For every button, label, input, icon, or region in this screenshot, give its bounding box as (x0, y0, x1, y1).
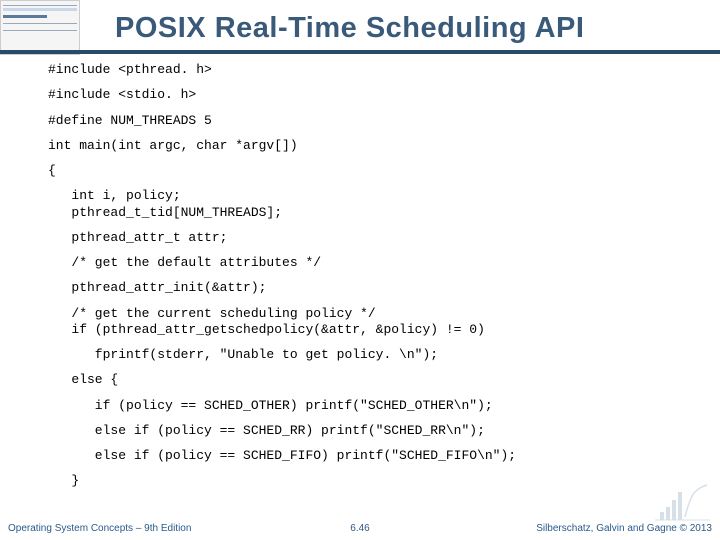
code-block: #include <pthread. h> #include <stdio. h… (48, 62, 688, 499)
code-line: pthread_attr_t attr; (48, 230, 688, 246)
code-line: #include <stdio. h> (48, 87, 688, 103)
decorative-chart-icon (655, 482, 710, 522)
footer-right: Silberschatz, Galvin and Gagne © 2013 (536, 523, 712, 534)
code-line: #define NUM_THREADS 5 (48, 113, 688, 129)
slide-footer: Operating System Concepts – 9th Edition … (8, 523, 712, 534)
code-line: else { (48, 372, 688, 388)
code-line: else if (policy == SCHED_RR) printf("SCH… (48, 423, 688, 439)
code-line: /* get the default attributes */ (48, 255, 688, 271)
code-line: fprintf(stderr, "Unable to get policy. \… (48, 347, 688, 363)
code-line: /* get the current scheduling policy */ … (48, 306, 688, 339)
footer-page-number: 6.46 (350, 523, 369, 534)
slide-thumbnail (0, 0, 80, 55)
code-line: pthread_attr_init(&attr); (48, 280, 688, 296)
code-line: { (48, 163, 688, 179)
code-line: int main(int argc, char *argv[]) (48, 138, 688, 154)
code-line: else if (policy == SCHED_FIFO) printf("S… (48, 448, 688, 464)
code-line: } (48, 473, 688, 489)
footer-left: Operating System Concepts – 9th Edition (8, 523, 191, 534)
code-line: if (policy == SCHED_OTHER) printf("SCHED… (48, 398, 688, 414)
code-line: int i, policy; pthread_t_tid[NUM_THREADS… (48, 188, 688, 221)
page-title: POSIX Real-Time Scheduling API (115, 12, 584, 45)
code-line: #include <pthread. h> (48, 62, 688, 78)
title-underline (0, 50, 720, 54)
